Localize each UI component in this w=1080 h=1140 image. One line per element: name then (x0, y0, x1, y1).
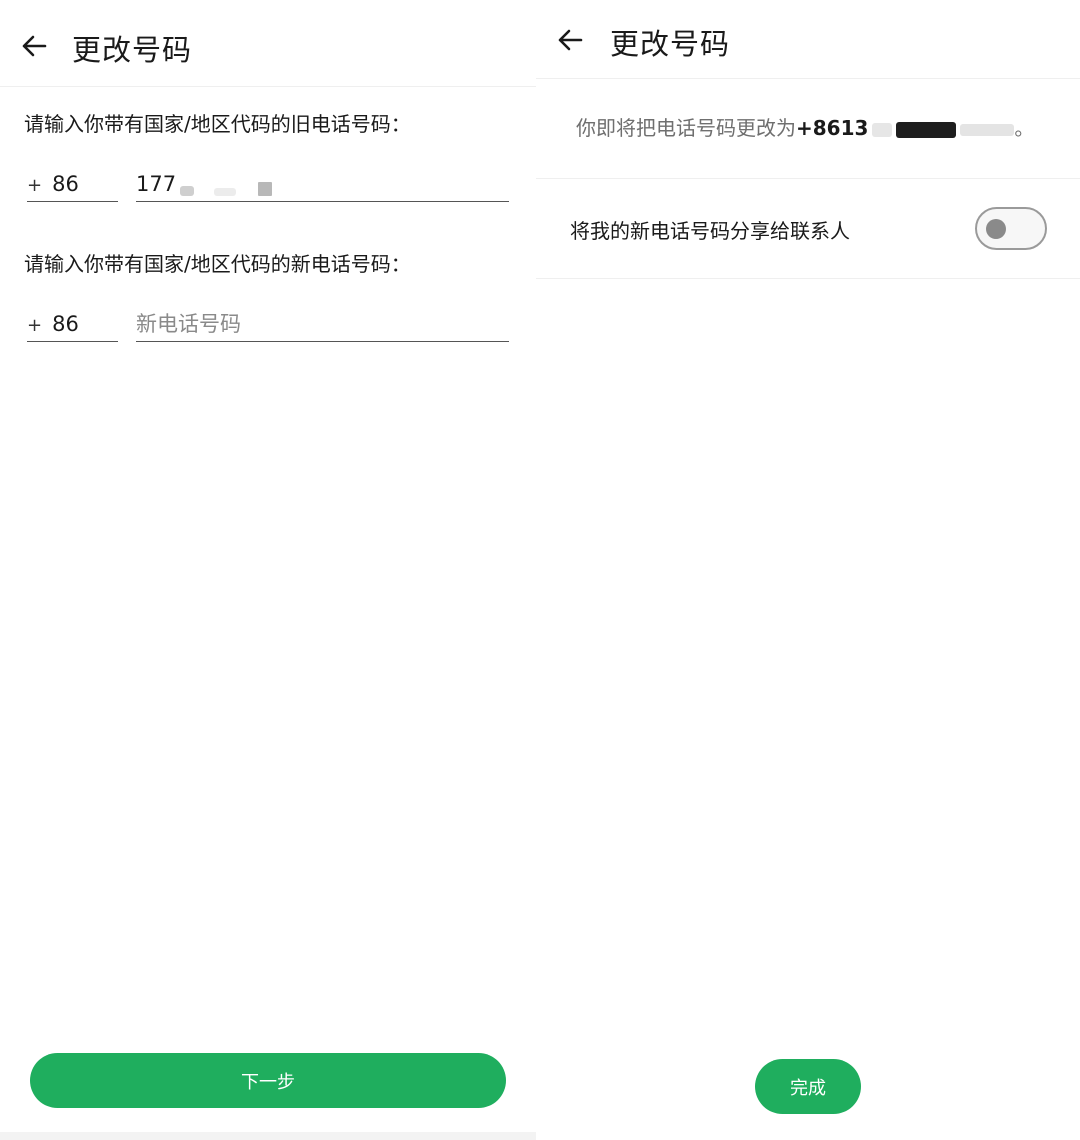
old-country-code-value: 86 (52, 172, 79, 196)
app-bar: 更改号码 (0, 0, 536, 87)
redacted-mark (258, 182, 273, 196)
done-button[interactable]: 完成 (755, 1059, 861, 1114)
divider (536, 278, 1080, 279)
notice-suffix: 。 (1014, 116, 1035, 140)
old-country-code-field[interactable]: + 86 (27, 164, 118, 202)
next-step-button[interactable]: 下一步 (30, 1053, 506, 1108)
share-number-label: 将我的新电话号码分享给联系人 (570, 219, 850, 243)
arrow-left-icon (22, 35, 47, 57)
redacted-mark (872, 122, 893, 137)
change-number-step-2: 更改号码 你即将把电话号码更改为+8613 。 将我的新电话号码分享给联系人 完成 (536, 0, 1080, 1140)
redacted-mark (960, 123, 1015, 136)
bottom-edge (0, 1132, 536, 1140)
new-country-code-field[interactable]: + 86 (27, 304, 118, 342)
arrow-left-icon (558, 29, 583, 51)
plus-sign: + (27, 315, 43, 336)
redacted-mark (180, 186, 195, 196)
page-title: 更改号码 (610, 27, 731, 61)
old-phone-value: 177 (136, 172, 177, 196)
divider (536, 178, 1080, 179)
old-number-prompt: 请输入你带有国家/地区代码的旧电话号码： (24, 112, 411, 136)
plus-sign: + (27, 175, 43, 196)
share-number-row[interactable]: 将我的新电话号码分享给联系人 (536, 180, 1080, 278)
toggle-knob (986, 219, 1006, 239)
new-phone-input[interactable] (136, 312, 509, 336)
notice-number: +8613 (796, 116, 869, 140)
new-phone-field[interactable] (136, 304, 509, 342)
app-bar: 更改号码 (536, 0, 1080, 79)
change-number-step-1: 更改号码 请输入你带有国家/地区代码的旧电话号码： + 86 177 请输入你带… (0, 0, 536, 1140)
change-notice: 你即将把电话号码更改为+8613 。 (576, 112, 1034, 141)
new-number-prompt: 请输入你带有国家/地区代码的新电话号码： (24, 252, 411, 276)
notice-prefix: 你即将把电话号码更改为 (576, 116, 796, 140)
new-country-code-value: 86 (52, 312, 79, 336)
share-number-toggle[interactable] (975, 207, 1047, 250)
back-button[interactable] (14, 26, 54, 66)
old-phone-input[interactable]: 177 (136, 164, 509, 202)
back-button[interactable] (550, 20, 590, 60)
page-title: 更改号码 (72, 33, 193, 67)
redacted-mark (896, 121, 957, 138)
redacted-mark (214, 188, 237, 196)
